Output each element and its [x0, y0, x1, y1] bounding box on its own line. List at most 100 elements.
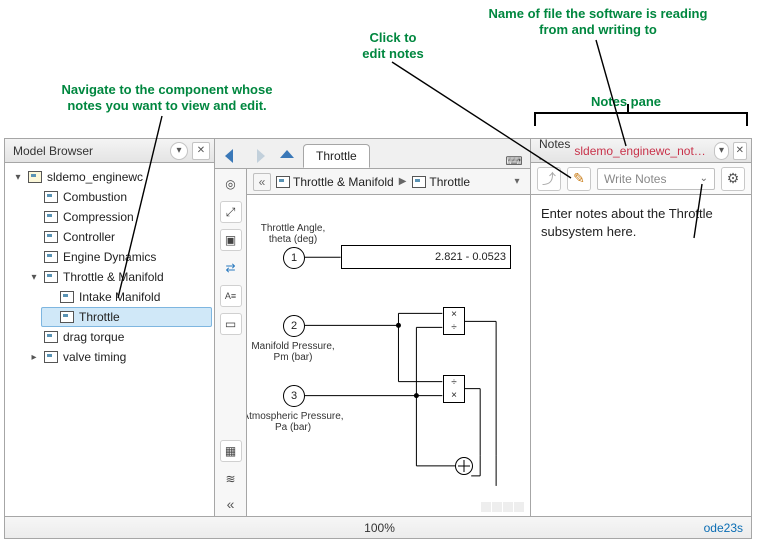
tree-item-throttle-manifold[interactable]: ▾ Throttle & Manifold: [25, 267, 212, 287]
annotation-navigate: Navigate to the component whosenotes you…: [22, 82, 312, 115]
palette-collapse-icon[interactable]: «: [227, 496, 235, 512]
model-browser-menu-button[interactable]: ▾: [170, 142, 188, 160]
nav-up-button[interactable]: [275, 144, 299, 168]
notes-toolbar: ⤴ ✎ Write Notes ⌄ ⚙: [531, 163, 751, 195]
model-browser-close-button[interactable]: ✕: [192, 142, 210, 160]
notes-edit-button[interactable]: ✎: [567, 167, 591, 191]
notes-close-button[interactable]: ✕: [733, 142, 747, 160]
inport2-number: 2: [291, 320, 297, 332]
product-block-1[interactable]: ×÷: [443, 307, 465, 335]
palette-snapshot-icon[interactable]: ▦: [220, 440, 242, 462]
notes-pane: Notes - sldemo_enginewc_notes.mldatx ▾ ✕…: [531, 139, 751, 516]
tree-label: drag torque: [63, 330, 208, 344]
editor-tab-label: Throttle: [316, 149, 357, 163]
nav-back-button[interactable]: [219, 144, 243, 168]
inport3-label: Atmospheric Pressure,Pa (bar): [247, 411, 353, 433]
tree-label: Combustion: [63, 190, 208, 204]
inport1-label: Throttle Angle,theta (deg): [247, 223, 343, 245]
model-browser-pane: Model Browser ▾ ✕ ▾ sldemo_enginewc: [5, 139, 215, 516]
breadcrumb-item[interactable]: Throttle & Manifold: [273, 175, 396, 189]
breadcrumb-back-icon[interactable]: «: [253, 173, 271, 191]
subsystem-icon: [275, 175, 291, 189]
notes-mode-label: Write Notes: [604, 172, 666, 186]
gain-block[interactable]: 2.821 - 0.0523: [341, 245, 511, 269]
tree-twisty-icon[interactable]: ▸: [29, 352, 39, 363]
palette-target-icon[interactable]: ◎: [220, 173, 242, 195]
keyboard-icon[interactable]: ⌨: [502, 154, 526, 168]
breadcrumb-label: Throttle: [429, 175, 470, 189]
tree-item-intake-manifold[interactable]: Intake Manifold: [41, 287, 212, 307]
breadcrumb-dropdown-icon[interactable]: ▾: [510, 176, 524, 187]
product-block-2[interactable]: ÷×: [443, 375, 465, 403]
tree-item-controller[interactable]: Controller: [25, 227, 212, 247]
notes-pane-bracket: [534, 112, 748, 126]
palette-zoom-in-icon[interactable]: ⤢: [220, 201, 242, 223]
tree-item-compression[interactable]: Compression: [25, 207, 212, 227]
canvas-grid-icon: [480, 502, 524, 512]
tree-label: valve timing: [63, 350, 208, 364]
subsystem-icon: [43, 210, 59, 224]
subsystem-icon: [43, 230, 59, 244]
editor-tab[interactable]: Throttle: [303, 144, 370, 168]
palette-arrows-icon[interactable]: ⇄: [220, 257, 242, 279]
tree-item-throttle[interactable]: Throttle: [41, 307, 212, 327]
tree-root[interactable]: ▾ sldemo_enginewc: [9, 167, 212, 187]
palette-layers-icon[interactable]: ≋: [220, 468, 242, 490]
model-icon: [27, 170, 43, 184]
nav-forward-button[interactable]: [247, 144, 271, 168]
notes-menu-button[interactable]: ▾: [714, 142, 728, 160]
inport1-block[interactable]: 1: [283, 247, 305, 269]
inport3-block[interactable]: 3: [283, 385, 305, 407]
tree-item-drag-torque[interactable]: drag torque: [25, 327, 212, 347]
tree-root-label: sldemo_enginewc: [47, 170, 208, 184]
editor-pane: Throttle ⌨ ◎ ⤢ ▣ ⇄ A≡ ▭ ▦ ≋ «: [215, 139, 531, 516]
breadcrumb: « Throttle & Manifold ▶ Throttle ▾: [247, 169, 530, 195]
notes-settings-button[interactable]: ⚙: [721, 167, 745, 191]
breadcrumb-label: Throttle & Manifold: [293, 175, 394, 189]
subsystem-icon: [43, 270, 59, 284]
inport2-block[interactable]: 2: [283, 315, 305, 337]
notes-up-button[interactable]: ⤴: [537, 167, 561, 191]
tree-label: Throttle: [79, 310, 208, 324]
notes-pane-bracket-stem: [627, 104, 629, 112]
editor-tab-bar: Throttle ⌨: [215, 139, 530, 169]
breadcrumb-item[interactable]: Throttle: [409, 175, 472, 189]
tree-label: Engine Dynamics: [63, 250, 208, 264]
status-bar: 100% ode23s: [5, 516, 751, 538]
status-zoom[interactable]: 100%: [364, 521, 395, 535]
subsystem-icon: [43, 250, 59, 264]
model-browser-header: Model Browser ▾ ✕: [5, 139, 214, 163]
annotation-edit-notes: Click toedit notes: [348, 30, 438, 63]
sum-block[interactable]: [455, 457, 473, 475]
tree-label: Compression: [63, 210, 208, 224]
notes-header: Notes - sldemo_enginewc_notes.mldatx ▾ ✕: [531, 139, 751, 163]
status-solver[interactable]: ode23s: [704, 521, 743, 535]
subsystem-icon: [59, 310, 75, 324]
tree-item-engine-dynamics[interactable]: Engine Dynamics: [25, 247, 212, 267]
diagram-canvas[interactable]: Throttle Angle,theta (deg) 1 2.821 - 0.0…: [247, 195, 530, 516]
notes-file-name: sldemo_enginewc_notes.mldatx: [574, 144, 706, 158]
subsystem-icon: [43, 330, 59, 344]
subsystem-icon: [43, 190, 59, 204]
tree-twisty-icon[interactable]: ▾: [29, 272, 39, 283]
subsystem-icon: [59, 290, 75, 304]
chevron-right-icon: ▶: [398, 176, 408, 187]
tree-item-combustion[interactable]: Combustion: [25, 187, 212, 207]
annotation-notes-pane: Notes pane: [566, 94, 686, 110]
palette-fit-icon[interactable]: ▣: [220, 229, 242, 251]
tree-label: Intake Manifold: [79, 290, 208, 304]
notes-mode-select[interactable]: Write Notes ⌄: [597, 168, 715, 190]
tree-item-valve-timing[interactable]: ▸ valve timing: [25, 347, 212, 367]
notes-title: Notes -: [539, 137, 570, 165]
tree-label: Throttle & Manifold: [63, 270, 208, 284]
editor-palette: ◎ ⤢ ▣ ⇄ A≡ ▭ ▦ ≋ «: [215, 169, 247, 516]
subsystem-icon: [43, 350, 59, 364]
model-browser-tree[interactable]: ▾ sldemo_enginewc Combustion: [5, 163, 214, 516]
model-browser-title: Model Browser: [13, 144, 93, 158]
tree-twisty-icon[interactable]: ▾: [13, 172, 23, 183]
palette-area-icon[interactable]: ▭: [220, 313, 242, 335]
annotation-file-name: Name of file the software is readingfrom…: [468, 6, 728, 39]
notes-body[interactable]: Enter notes about the Throttle subsystem…: [531, 195, 751, 516]
chevron-down-icon: ⌄: [700, 173, 708, 184]
palette-text-icon[interactable]: A≡: [220, 285, 242, 307]
